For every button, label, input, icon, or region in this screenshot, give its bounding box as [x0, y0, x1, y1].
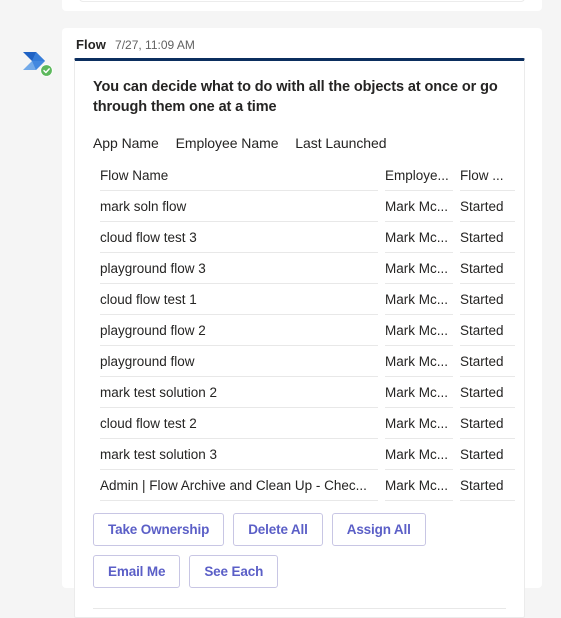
cell-state: Started: [460, 284, 515, 315]
cell-flow-name: cloud flow test 3: [100, 222, 378, 253]
cell-state: Started: [460, 222, 515, 253]
card-actions: Take Ownership Delete All Assign All Ema…: [75, 501, 524, 588]
cell-state: Started: [460, 439, 515, 470]
table-row: playground flow Mark Mc... Started: [100, 346, 515, 377]
cell-employee: Mark Mc...: [385, 408, 453, 439]
table-row: playground flow 3 Mark Mc... Started: [100, 253, 515, 284]
column-header-flow-state: Flow ...: [460, 166, 515, 191]
adaptive-card-body: You can decide what to do with all the o…: [75, 61, 524, 501]
cell-state: Started: [460, 470, 515, 501]
card-bottom-divider: [93, 608, 506, 609]
flow-table: Flow Name Employe... Flow ... mark soln …: [93, 166, 522, 501]
cell-employee: Mark Mc...: [385, 315, 453, 346]
cell-flow-name: cloud flow test 1: [100, 284, 378, 315]
avatar: [19, 46, 55, 82]
take-ownership-button[interactable]: Take Ownership: [93, 513, 225, 546]
cell-employee: Mark Mc...: [385, 222, 453, 253]
cell-flow-name: playground flow 3: [100, 253, 378, 284]
card-prompt-text: You can decide what to do with all the o…: [93, 79, 498, 115]
cell-employee: Mark Mc...: [385, 253, 453, 284]
table-row: playground flow 2 Mark Mc... Started: [100, 315, 515, 346]
cell-state: Started: [460, 377, 515, 408]
table-row: cloud flow test 2 Mark Mc... Started: [100, 408, 515, 439]
email-me-button[interactable]: Email Me: [93, 555, 181, 588]
table-row: cloud flow test 3 Mark Mc... Started: [100, 222, 515, 253]
message-card: Flow 7/27, 11:09 AM You can decide what …: [62, 28, 542, 618]
delete-all-button[interactable]: Delete All: [233, 513, 323, 546]
message-header: Flow 7/27, 11:09 AM: [76, 37, 195, 52]
column-header-employee: Employe...: [385, 166, 453, 191]
table-row: mark test solution 2 Mark Mc... Started: [100, 377, 515, 408]
action-row-primary: Take Ownership Delete All Assign All: [93, 513, 506, 546]
message-timestamp: 7/27, 11:09 AM: [115, 38, 195, 52]
card-subline: App Name Employee Name Last Launched: [93, 135, 506, 151]
table-row: mark test solution 3 Mark Mc... Started: [100, 439, 515, 470]
cell-flow-name: mark soln flow: [100, 191, 378, 222]
cell-flow-name: playground flow: [100, 346, 378, 377]
cell-employee: Mark Mc...: [385, 377, 453, 408]
previous-message-card: [62, 0, 542, 11]
previous-card-inner: [79, 0, 525, 2]
cell-employee: Mark Mc...: [385, 284, 453, 315]
cell-state: Started: [460, 346, 515, 377]
cell-employee: Mark Mc...: [385, 439, 453, 470]
sender-name: Flow: [76, 37, 107, 52]
column-header-flow-name: Flow Name: [100, 166, 378, 191]
verified-check-icon: [41, 65, 52, 76]
subline-label-employee-name: Employee Name: [175, 135, 279, 151]
cell-employee: Mark Mc...: [385, 191, 453, 222]
table-row: cloud flow test 1 Mark Mc... Started: [100, 284, 515, 315]
subline-label-last-launched: Last Launched: [295, 135, 387, 151]
power-automate-logo-icon: [23, 52, 53, 77]
see-each-button[interactable]: See Each: [189, 555, 279, 588]
table-body: mark soln flow Mark Mc... Started cloud …: [100, 191, 515, 501]
cell-state: Started: [460, 253, 515, 284]
table-row: mark soln flow Mark Mc... Started: [100, 191, 515, 222]
cell-flow-name: playground flow 2: [100, 315, 378, 346]
cell-flow-name: mark test solution 3: [100, 439, 378, 470]
action-row-secondary: Email Me See Each: [93, 555, 506, 588]
cell-flow-name: cloud flow test 2: [100, 408, 378, 439]
cell-state: Started: [460, 408, 515, 439]
adaptive-card: You can decide what to do with all the o…: [74, 58, 525, 618]
subline-label-app-name: App Name: [93, 135, 159, 151]
cell-employee: Mark Mc...: [385, 346, 453, 377]
cell-flow-name: Admin | Flow Archive and Clean Up - Chec…: [100, 470, 378, 501]
cell-state: Started: [460, 315, 515, 346]
cell-state: Started: [460, 191, 515, 222]
cell-employee: Mark Mc...: [385, 470, 453, 501]
table-row: Admin | Flow Archive and Clean Up - Chec…: [100, 470, 515, 501]
assign-all-button[interactable]: Assign All: [331, 513, 426, 546]
cell-flow-name: mark test solution 2: [100, 377, 378, 408]
table-header-row: Flow Name Employe... Flow ...: [100, 166, 515, 191]
